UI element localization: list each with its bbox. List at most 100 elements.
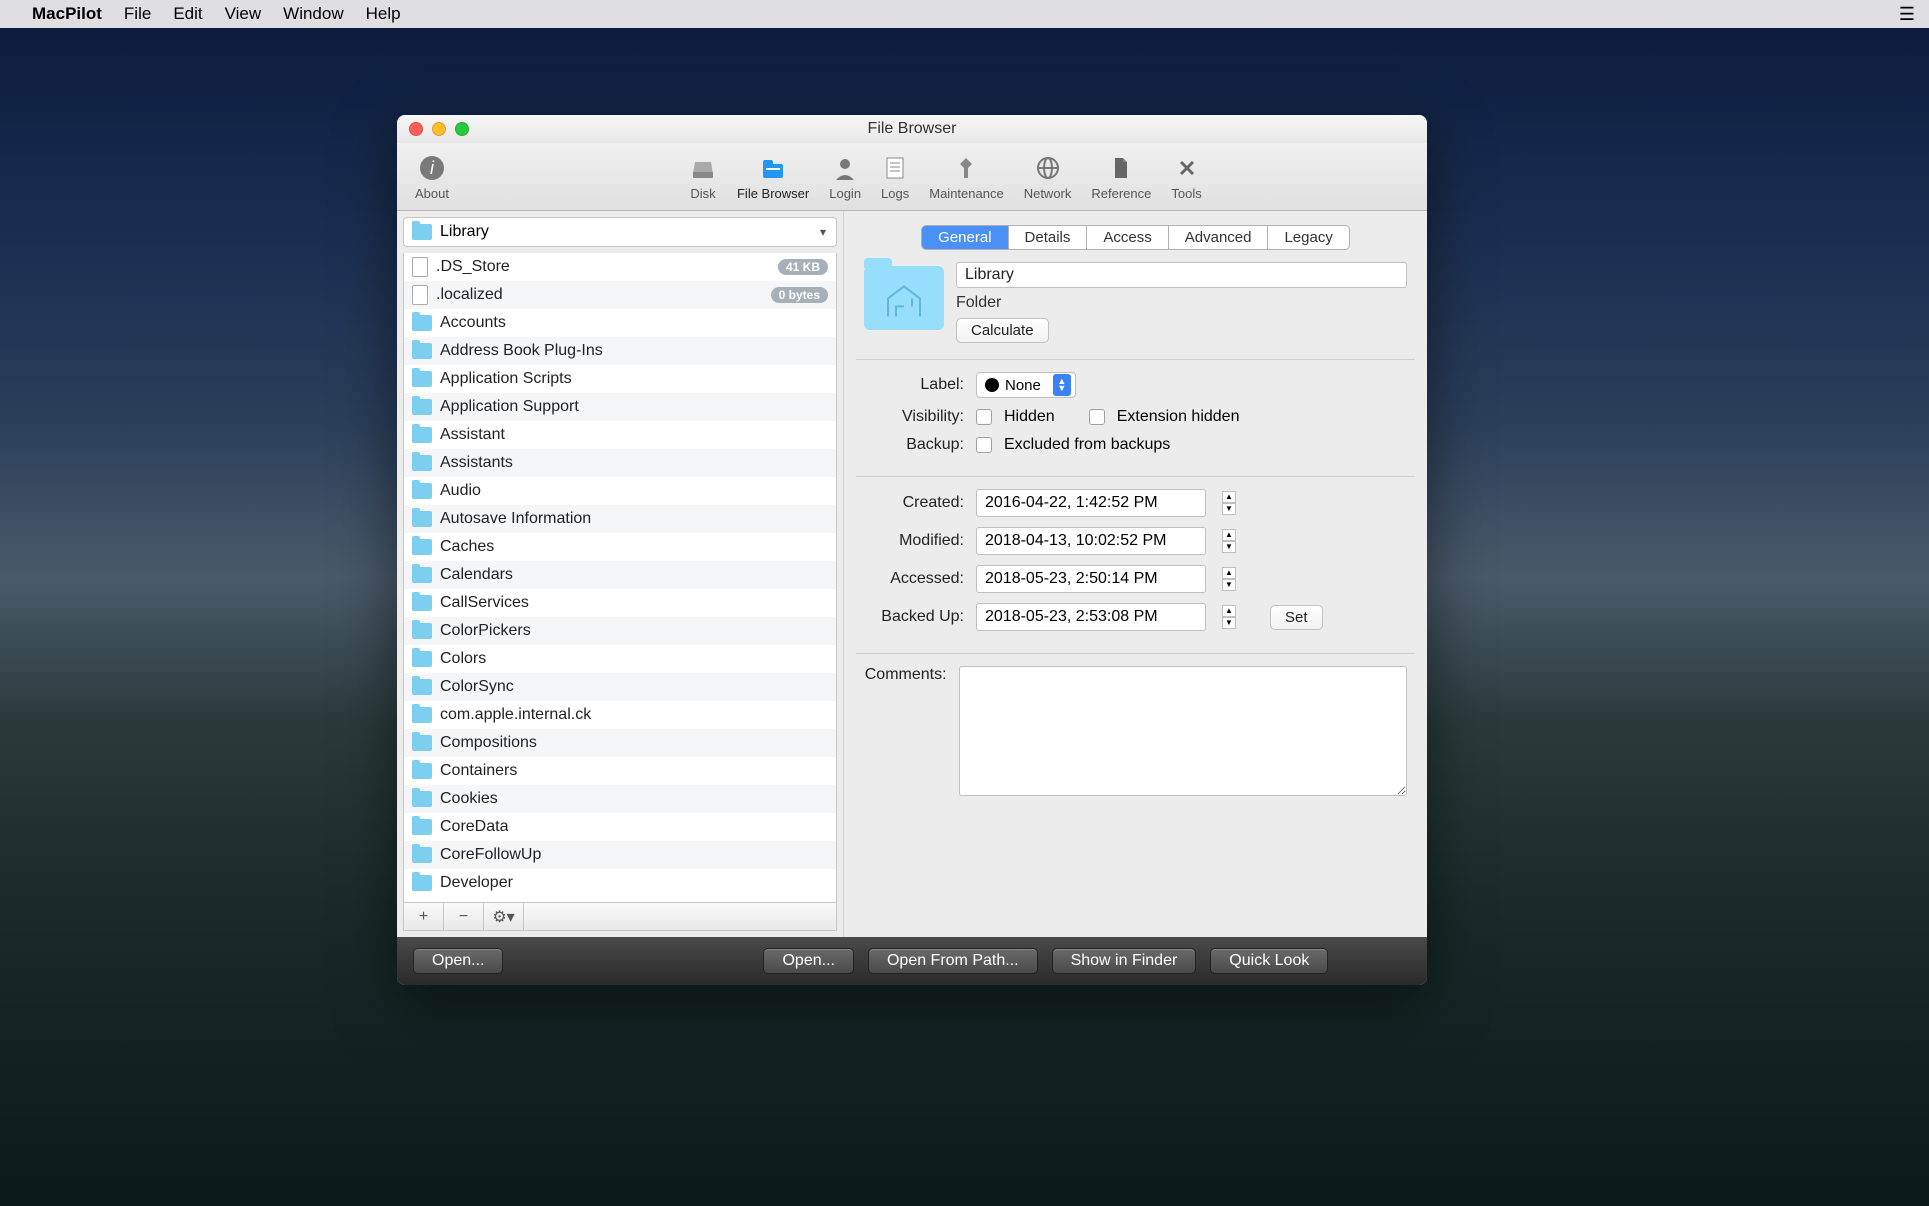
file-icon	[412, 285, 428, 305]
file-row[interactable]: Calendars	[404, 561, 836, 589]
calculate-button[interactable]: Calculate	[956, 318, 1049, 343]
toolbar-maintenance[interactable]: Maintenance	[919, 148, 1013, 205]
folder-icon	[412, 315, 432, 331]
file-row[interactable]: Assistants	[404, 449, 836, 477]
action-button[interactable]: ⚙︎▾	[484, 903, 524, 930]
file-name: com.apple.internal.ck	[440, 706, 591, 724]
file-row[interactable]: .localized0 bytes	[404, 281, 836, 309]
tabs: GeneralDetailsAccessAdvancedLegacy	[856, 225, 1415, 250]
excluded-checkbox[interactable]	[976, 437, 992, 453]
created-label: Created:	[864, 494, 964, 512]
menu-extra-icon[interactable]: ☰	[1899, 4, 1915, 25]
folder-icon	[412, 651, 432, 667]
file-row[interactable]: com.apple.internal.ck	[404, 701, 836, 729]
file-row[interactable]: Cookies	[404, 785, 836, 813]
open-button-2[interactable]: Open...	[763, 948, 853, 974]
label-select[interactable]: None ▲▼	[976, 372, 1076, 398]
tab-access[interactable]: Access	[1087, 226, 1168, 249]
filebrowser-icon	[759, 152, 787, 184]
file-name: CoreData	[440, 818, 508, 836]
file-row[interactable]: ColorSync	[404, 673, 836, 701]
file-row[interactable]: Address Book Plug-Ins	[404, 337, 836, 365]
file-row[interactable]: Application Scripts	[404, 365, 836, 393]
file-row[interactable]: Accounts	[404, 309, 836, 337]
modified-stepper[interactable]: ▲▼	[1222, 529, 1236, 553]
modified-field[interactable]: 2018-04-13, 10:02:52 PM	[976, 527, 1206, 555]
toolbar-disk[interactable]: Disk	[679, 148, 727, 205]
file-row[interactable]: Assistant	[404, 421, 836, 449]
file-row[interactable]: Caches	[404, 533, 836, 561]
kind-label: Folder	[956, 294, 1407, 312]
zoom-button[interactable]	[455, 122, 469, 136]
backedup-stepper[interactable]: ▲▼	[1222, 605, 1236, 629]
minimize-button[interactable]	[432, 122, 446, 136]
toolbar-about[interactable]: iAbout	[405, 148, 459, 205]
file-list[interactable]: .DS_Store 41 KB .localized0 bytesAccounts A…	[403, 253, 837, 903]
menu-edit[interactable]: Edit	[173, 4, 202, 24]
maintenance-icon	[952, 152, 980, 184]
created-stepper[interactable]: ▲▼	[1222, 491, 1236, 515]
info-icon: i	[418, 152, 446, 184]
toolbar-reference[interactable]: Reference	[1081, 148, 1161, 205]
file-row[interactable]: CoreFollowUp	[404, 841, 836, 869]
modified-label: Modified:	[864, 532, 964, 550]
close-button[interactable]	[409, 122, 423, 136]
file-name: CallServices	[440, 594, 529, 612]
ext-hidden-checkbox[interactable]	[1089, 409, 1105, 425]
open-button-1[interactable]: Open...	[413, 948, 503, 974]
file-row[interactable]: .DS_Store 41 KB	[404, 253, 836, 281]
menu-help[interactable]: Help	[366, 4, 401, 24]
backedup-field[interactable]: 2018-05-23, 2:53:08 PM	[976, 603, 1206, 631]
tab-advanced[interactable]: Advanced	[1169, 226, 1269, 249]
tab-details[interactable]: Details	[1009, 226, 1088, 249]
hidden-checkbox[interactable]	[976, 409, 992, 425]
file-row[interactable]: Audio	[404, 477, 836, 505]
file-row[interactable]: Developer	[404, 869, 836, 897]
tab-legacy[interactable]: Legacy	[1268, 226, 1348, 249]
created-field[interactable]: 2016-04-22, 1:42:52 PM	[976, 489, 1206, 517]
toolbar-logs[interactable]: Logs	[871, 148, 919, 205]
menu-file[interactable]: File	[124, 4, 151, 24]
folder-icon	[412, 791, 432, 807]
file-name: .localized	[436, 286, 503, 304]
tab-general[interactable]: General	[922, 226, 1008, 249]
file-name: Assistants	[440, 454, 513, 472]
toolbar-file-browser[interactable]: File Browser	[727, 148, 819, 205]
file-row[interactable]: CoreData	[404, 813, 836, 841]
remove-button[interactable]: −	[444, 903, 484, 930]
file-name: Address Book Plug-Ins	[440, 342, 603, 360]
file-name: Application Support	[440, 398, 579, 416]
titlebar[interactable]: File Browser	[397, 115, 1427, 143]
folder-icon	[412, 819, 432, 835]
file-row[interactable]: Colors	[404, 645, 836, 673]
menu-window[interactable]: Window	[283, 4, 343, 24]
quick-look-button[interactable]: Quick Look	[1210, 948, 1328, 974]
chevron-down-icon[interactable]: ▾	[820, 225, 826, 239]
accessed-stepper[interactable]: ▲▼	[1222, 567, 1236, 591]
set-button[interactable]: Set	[1270, 605, 1323, 630]
bottom-bar: Open... Open... Open From Path... Show i…	[397, 937, 1427, 985]
size-badge: 41 KB	[778, 259, 828, 275]
file-name: Application Scripts	[440, 370, 572, 388]
file-row[interactable]: Containers	[404, 757, 836, 785]
toolbar-tools[interactable]: Tools	[1161, 148, 1211, 205]
file-row[interactable]: Compositions	[404, 729, 836, 757]
file-row[interactable]: ColorPickers	[404, 617, 836, 645]
toolbar-login[interactable]: Login	[819, 148, 871, 205]
menu-view[interactable]: View	[225, 4, 262, 24]
accessed-field[interactable]: 2018-05-23, 2:50:14 PM	[976, 565, 1206, 593]
file-name: Compositions	[440, 734, 537, 752]
open-from-path-button[interactable]: Open From Path...	[868, 948, 1038, 974]
path-bar[interactable]: Library ▾	[403, 217, 837, 247]
toolbar-network[interactable]: Network	[1014, 148, 1082, 205]
backup-label: Backup:	[864, 436, 964, 454]
app-name[interactable]: MacPilot	[32, 4, 102, 24]
comments-field[interactable]	[959, 666, 1407, 796]
add-button[interactable]: +	[404, 903, 444, 930]
show-in-finder-button[interactable]: Show in Finder	[1052, 948, 1197, 974]
name-field[interactable]	[956, 262, 1407, 288]
file-row[interactable]: Autosave Information	[404, 505, 836, 533]
file-name: .DS_Store	[436, 258, 510, 276]
file-row[interactable]: Application Support	[404, 393, 836, 421]
file-row[interactable]: CallServices	[404, 589, 836, 617]
